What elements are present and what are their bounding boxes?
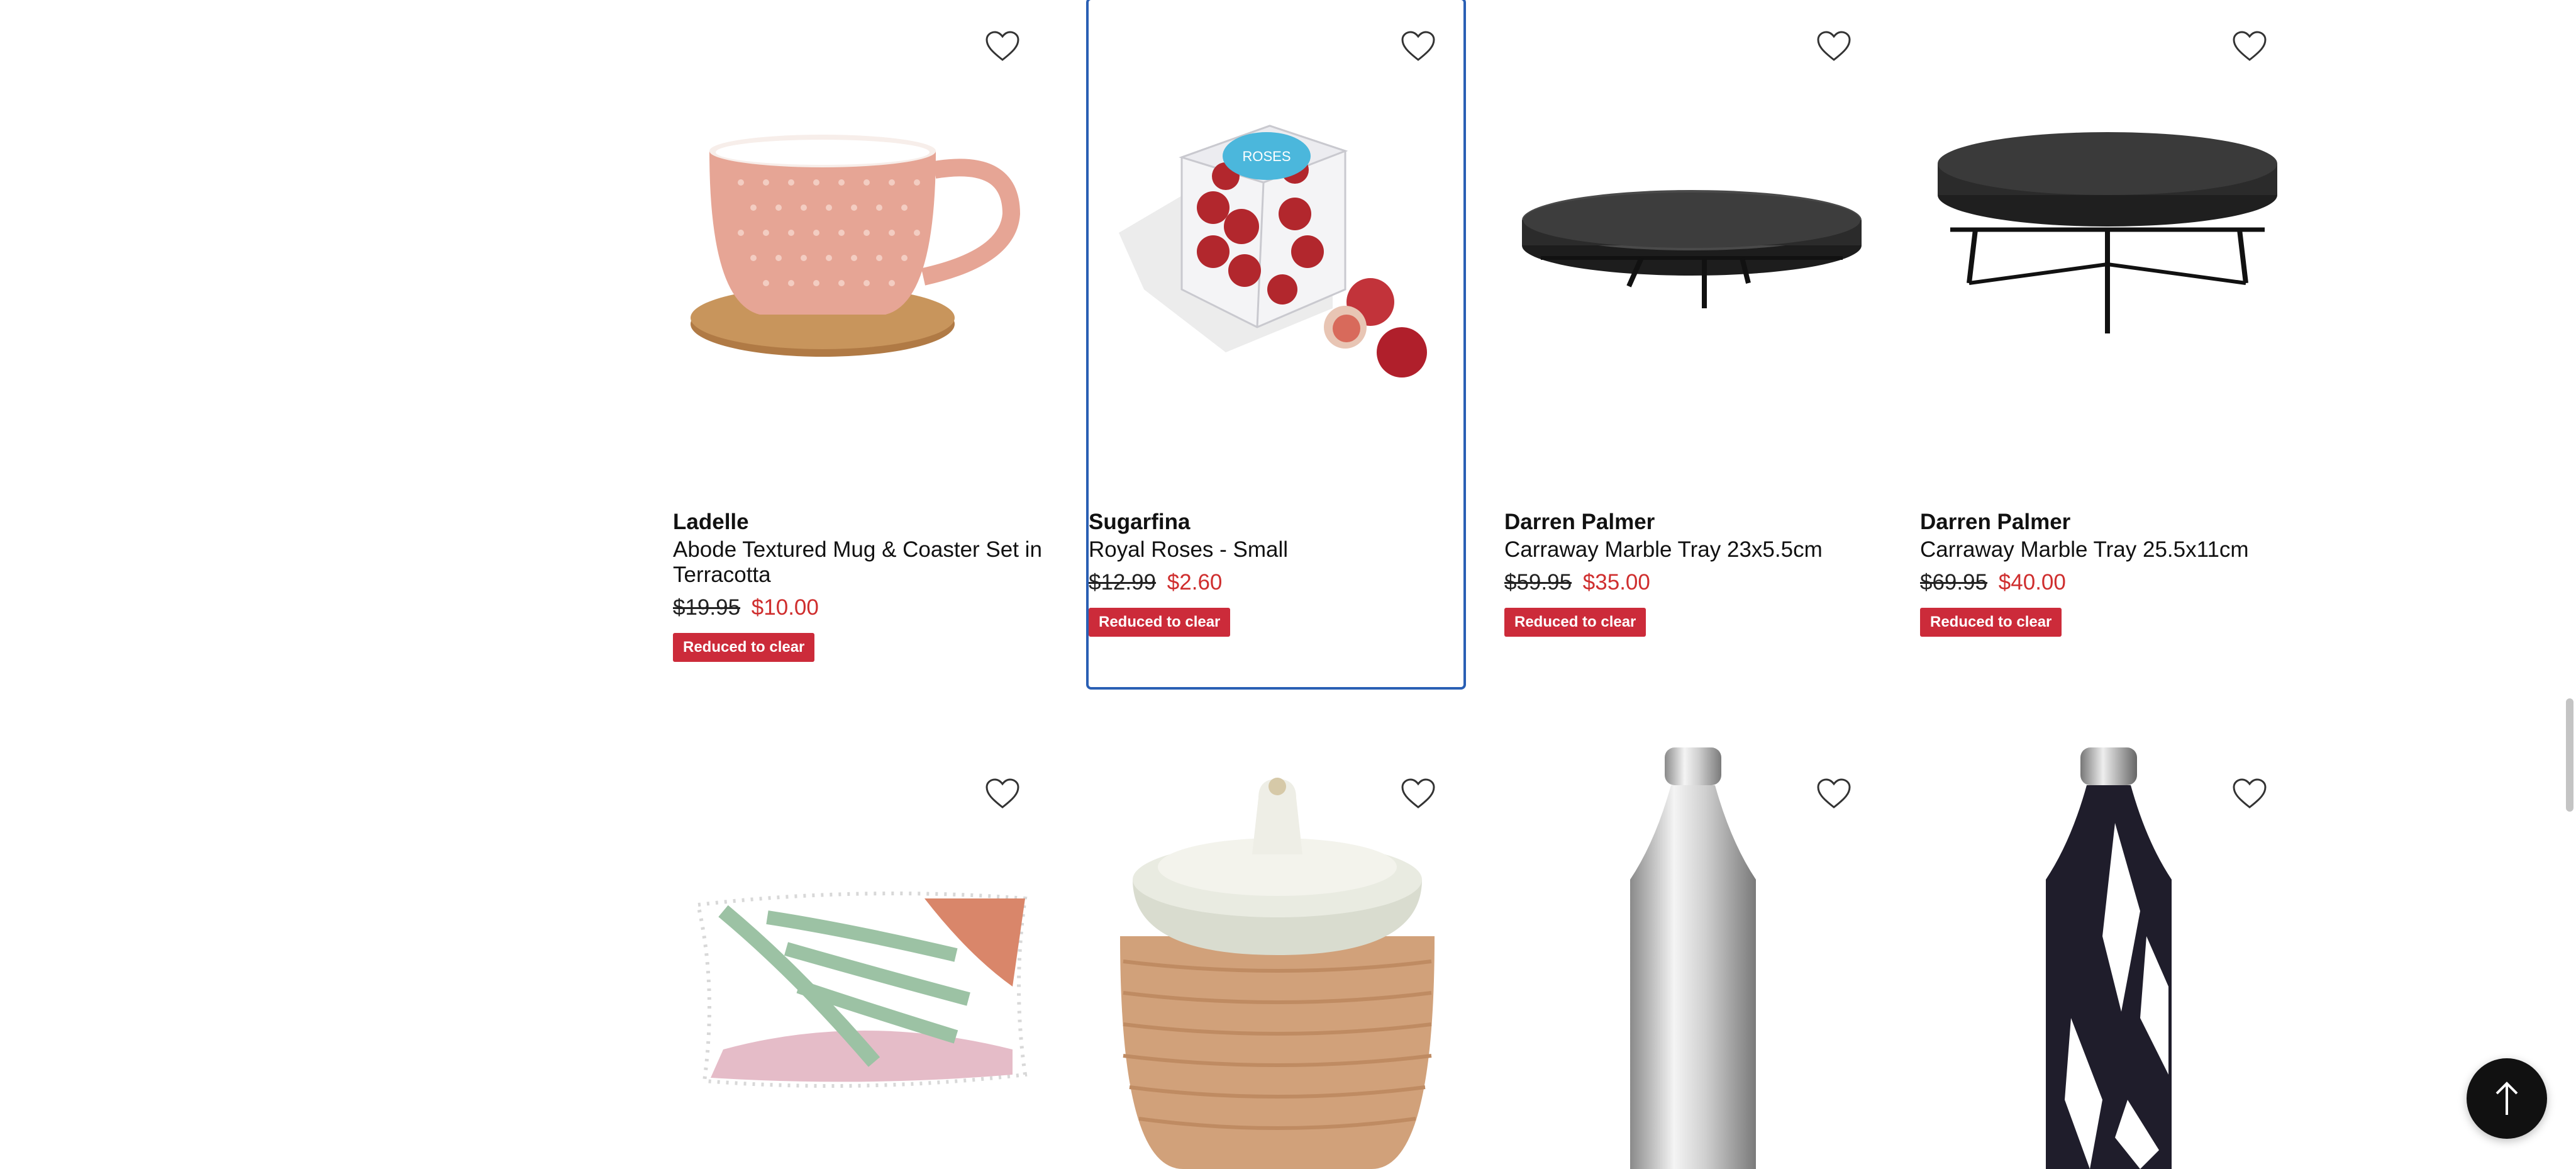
was-price: $12.99 [1089, 570, 1157, 595]
heart-outline-icon [985, 778, 1019, 808]
sale-price: $35.00 [1582, 570, 1650, 595]
tray-illustration [1522, 190, 1862, 308]
product-info: Darren Palmer Carraway Marble Tray 23x5.… [1504, 508, 1879, 637]
product-brand[interactable]: Darren Palmer [1920, 508, 2295, 536]
product-card[interactable]: ROSES Sugarfina Royal Roses - Small $12.… [1086, 0, 1466, 690]
wishlist-button[interactable] [975, 19, 1030, 74]
product-brand[interactable]: Darren Palmer [1504, 508, 1879, 536]
reduced-badge: Reduced to clear [1504, 608, 1646, 637]
wishlist-button[interactable] [2222, 766, 2277, 822]
wishlist-button[interactable] [975, 766, 1030, 822]
heart-outline-icon [1401, 778, 1435, 808]
sale-price: $2.60 [1167, 570, 1223, 595]
product-name[interactable]: Carraway Marble Tray 25.5x11cm [1920, 537, 2295, 562]
heart-outline-icon [1401, 31, 1435, 61]
heart-outline-icon [2233, 31, 2267, 61]
wishlist-button[interactable] [2222, 19, 2277, 74]
was-price: $69.95 [1920, 570, 1988, 595]
back-to-top-button[interactable] [2467, 1058, 2547, 1139]
product-name[interactable]: Abode Textured Mug & Coaster Set in Terr… [673, 537, 1048, 588]
was-price: $19.95 [673, 595, 741, 620]
canister-illustration [1120, 778, 1435, 1169]
wishlist-button[interactable] [1391, 766, 1446, 822]
product-price: $12.99 $2.60 [1089, 569, 1463, 596]
heart-outline-icon [985, 31, 1019, 61]
product-info: Ladelle Abode Textured Mug & Coaster Set… [673, 508, 1048, 662]
product-grid-page: Ladelle Abode Textured Mug & Coaster Set… [0, 0, 2576, 1169]
product-name[interactable]: Royal Roses - Small [1089, 537, 1463, 562]
product-price: $69.95 $40.00 [1920, 569, 2295, 596]
heart-outline-icon [1817, 778, 1851, 808]
scrollbar-thumb[interactable] [2566, 698, 2573, 812]
product-image-candy[interactable]: ROSES [1089, 0, 1463, 491]
mug-illustration [691, 135, 1021, 357]
arrow-up-icon [2496, 1082, 2518, 1115]
cushion-illustration [696, 892, 1028, 1088]
product-card[interactable]: Darren Palmer Carraway Marble Tray 23x5.… [1504, 0, 1879, 680]
product-image-mug[interactable] [673, 0, 1048, 491]
product-image-tray-tall[interactable] [1920, 0, 2295, 491]
reduced-badge: Reduced to clear [673, 633, 815, 662]
black-white-bottle-illustration [2046, 747, 2172, 1169]
heart-outline-icon [1817, 31, 1851, 61]
product-image-tray-low[interactable] [1504, 0, 1879, 491]
was-price: $59.95 [1504, 570, 1572, 595]
candy-box-illustration: ROSES [1119, 125, 1427, 378]
sale-price: $40.00 [1998, 570, 2066, 595]
sale-price: $10.00 [751, 595, 819, 620]
silver-bottle-illustration [1630, 747, 1756, 1169]
product-price: $19.95 $10.00 [673, 594, 1048, 622]
product-brand[interactable]: Sugarfina [1089, 508, 1463, 536]
wishlist-button[interactable] [1806, 766, 1862, 822]
product-info: Darren Palmer Carraway Marble Tray 25.5x… [1920, 508, 2295, 637]
product-brand[interactable]: Ladelle [673, 508, 1048, 536]
wishlist-button[interactable] [1806, 19, 1862, 74]
tray-illustration [1938, 132, 2277, 333]
heart-outline-icon [2233, 778, 2267, 808]
reduced-badge: Reduced to clear [1920, 608, 2062, 637]
svg-text:ROSES: ROSES [1242, 148, 1291, 164]
product-price: $59.95 $35.00 [1504, 569, 1879, 596]
product-info: Sugarfina Royal Roses - Small $12.99 $2.… [1089, 508, 1463, 637]
product-card[interactable]: Ladelle Abode Textured Mug & Coaster Set… [673, 0, 1048, 680]
product-card[interactable]: Darren Palmer Carraway Marble Tray 25.5x… [1920, 0, 2295, 680]
page-scrollbar[interactable] [2563, 0, 2576, 1169]
reduced-badge: Reduced to clear [1089, 608, 1231, 637]
product-name[interactable]: Carraway Marble Tray 23x5.5cm [1504, 537, 1879, 562]
wishlist-button[interactable] [1391, 19, 1446, 74]
